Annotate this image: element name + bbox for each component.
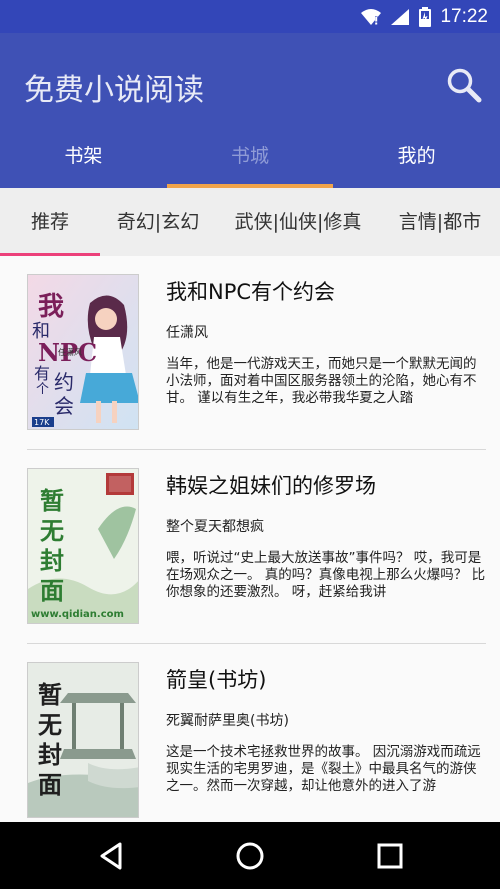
book-cover-image: 暂 无 封 面 bbox=[28, 663, 138, 817]
svg-text:面: 面 bbox=[38, 770, 62, 799]
category-tabs: 推荐 奇幻|玄幻 武侠|仙侠|修真 言情|都市 bbox=[0, 188, 500, 256]
book-description: 当年，他是一代游戏天王，而她只是一个默默无闻的小法师，面对着中国区服务器领土的沦… bbox=[166, 356, 477, 406]
tab-bookstore-label: 书城 bbox=[231, 145, 270, 167]
book-author: 任潇风 bbox=[166, 325, 208, 341]
category-tab-wuxia[interactable]: 武侠|仙侠|修真 bbox=[216, 188, 380, 256]
book-title: 箭皇(书坊) bbox=[166, 668, 267, 692]
book-description: 这是一个技术宅拯救世界的故事。 因沉溺游戏而疏远现实生活的宅男罗迪，是《裂土》中… bbox=[166, 744, 481, 794]
tab-mine-label: 我的 bbox=[397, 145, 436, 167]
book-cover: 我 和 NPC 有 个 约 会 任潇风 17K bbox=[27, 274, 139, 430]
signal-icon bbox=[391, 9, 410, 25]
status-time: 17:22 bbox=[440, 6, 488, 27]
category-tab-romance[interactable]: 言情|都市 bbox=[380, 188, 500, 256]
book-description: 喂，听说过“史上最大放送事故”事件吗？ 哎，我可是在场观众之一。 真的吗？真像电… bbox=[166, 550, 486, 600]
svg-text:有: 有 bbox=[34, 364, 50, 383]
app-title: 免费小说阅读 bbox=[24, 73, 204, 108]
tab-mine[interactable]: 我的 bbox=[333, 138, 500, 188]
recents-button[interactable] bbox=[372, 838, 408, 874]
home-icon bbox=[236, 842, 264, 870]
category-tab-label: 推荐 bbox=[30, 211, 69, 233]
book-cover-image: 我 和 NPC 有 个 约 会 任潇风 17K bbox=[28, 275, 138, 429]
navigation-bar bbox=[0, 822, 500, 889]
svg-text:会: 会 bbox=[54, 394, 74, 418]
battery-icon bbox=[419, 7, 432, 27]
app-bar: 免费小说阅读 书架 书城 我的 bbox=[0, 33, 500, 188]
tab-bookstore[interactable]: 书城 bbox=[166, 138, 334, 188]
book-list-item[interactable]: 暂 无 封 面 箭皇(书坊) 死翼耐萨里奥(书坊) 这是一个技术宅拯救世界的故事… bbox=[0, 644, 500, 822]
search-button[interactable] bbox=[444, 65, 484, 105]
svg-text:封: 封 bbox=[38, 740, 62, 769]
back-button[interactable] bbox=[94, 838, 130, 874]
search-icon bbox=[447, 68, 482, 103]
book-list-item[interactable]: 暂 无 封 面 www.qidian.com 韩娱之姐妹们的修罗场 整个夏天都想… bbox=[0, 450, 500, 644]
book-cover: 暂 无 封 面 www.qidian.com bbox=[27, 468, 139, 624]
recents-icon bbox=[377, 843, 403, 869]
book-cover: 暂 无 封 面 bbox=[27, 662, 139, 818]
svg-text:17K: 17K bbox=[34, 418, 50, 427]
home-button[interactable] bbox=[232, 838, 268, 874]
svg-text:面: 面 bbox=[40, 576, 64, 605]
main-tabs: 书架 书城 我的 bbox=[0, 138, 500, 188]
wifi-icon bbox=[361, 9, 382, 25]
svg-text:无: 无 bbox=[40, 516, 64, 545]
tab-bookshelf[interactable]: 书架 bbox=[0, 138, 167, 188]
status-bar: 17:22 bbox=[0, 0, 500, 33]
svg-text:个: 个 bbox=[36, 382, 49, 397]
back-icon bbox=[100, 842, 122, 870]
category-tab-recommend[interactable]: 推荐 bbox=[0, 188, 100, 256]
svg-text:www.qidian.com: www.qidian.com bbox=[31, 609, 124, 620]
svg-text:暂: 暂 bbox=[38, 680, 62, 709]
tab-bookshelf-label: 书架 bbox=[64, 145, 103, 167]
category-tab-label: 奇幻|玄幻 bbox=[116, 211, 200, 233]
svg-text:约: 约 bbox=[54, 370, 74, 394]
book-author: 死翼耐萨里奥(书坊) bbox=[166, 713, 289, 729]
svg-text:暂: 暂 bbox=[40, 486, 64, 515]
book-title: 我和NPC有个约会 bbox=[166, 280, 336, 304]
book-list-item[interactable]: 我 和 NPC 有 个 约 会 任潇风 17K 我和NPC有个约会 任潇风 当年… bbox=[0, 256, 500, 450]
svg-text:任潇风: 任潇风 bbox=[58, 347, 82, 357]
svg-text:无: 无 bbox=[38, 710, 62, 739]
status-icons: 17:22 bbox=[360, 6, 488, 28]
category-tab-label: 武侠|仙侠|修真 bbox=[234, 211, 362, 233]
book-title: 韩娱之姐妹们的修罗场 bbox=[166, 474, 376, 498]
category-tab-fantasy[interactable]: 奇幻|玄幻 bbox=[100, 188, 216, 256]
svg-text:封: 封 bbox=[40, 546, 64, 575]
book-author: 整个夏天都想疯 bbox=[166, 519, 264, 535]
book-list: 我 和 NPC 有 个 约 会 任潇风 17K 我和NPC有个约会 任潇风 当年… bbox=[0, 256, 500, 822]
category-tab-label: 言情|都市 bbox=[398, 211, 482, 233]
svg-text:我: 我 bbox=[38, 292, 64, 322]
book-cover-image: 暂 无 封 面 www.qidian.com bbox=[28, 469, 138, 623]
